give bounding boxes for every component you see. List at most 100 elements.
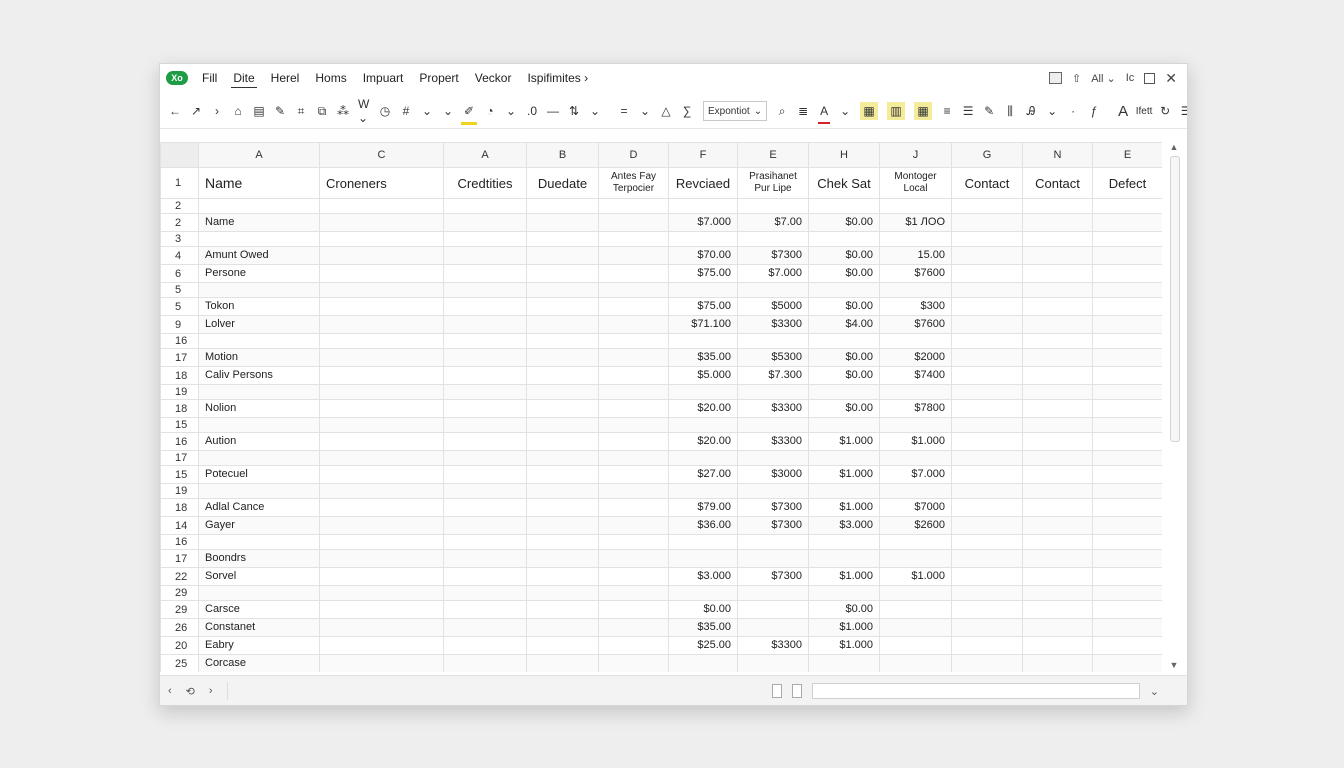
- chevron-down-icon[interactable]: ⌄: [589, 102, 601, 120]
- grid-cell[interactable]: $2600: [879, 516, 952, 535]
- grid-cell[interactable]: [951, 465, 1023, 484]
- grid-cell[interactable]: [1092, 585, 1162, 601]
- grid-cell[interactable]: Name: [198, 213, 320, 232]
- grid-cell[interactable]: [1092, 384, 1162, 400]
- grid-cell[interactable]: $3300: [737, 315, 809, 334]
- grid-cell[interactable]: $7400: [879, 366, 952, 385]
- grid-cell[interactable]: [598, 549, 669, 568]
- column-header[interactable]: B: [526, 142, 599, 168]
- grid-cell[interactable]: [1022, 483, 1093, 499]
- grid-cell[interactable]: Sorvel: [198, 567, 320, 586]
- grid-cell[interactable]: [443, 231, 527, 247]
- maximize-icon[interactable]: [1144, 72, 1156, 84]
- grid-cell[interactable]: Persone: [198, 264, 320, 283]
- grid-cell[interactable]: [526, 567, 599, 586]
- grid-cell[interactable]: [319, 264, 444, 283]
- grid-cell[interactable]: [598, 297, 669, 316]
- grid-cell[interactable]: [1022, 297, 1093, 316]
- row-header[interactable]: 25: [160, 654, 199, 672]
- grid-cell[interactable]: [1092, 417, 1162, 433]
- grid-cell[interactable]: [808, 450, 880, 466]
- highlighter-icon[interactable]: ✐: [461, 102, 477, 125]
- grid-cell[interactable]: [668, 654, 738, 672]
- grid-cell[interactable]: $25.00: [668, 636, 738, 655]
- scroll-up-icon[interactable]: ▲: [1167, 142, 1181, 154]
- grid-cell[interactable]: $1.000: [808, 636, 880, 655]
- grid-cell[interactable]: [1092, 450, 1162, 466]
- function-icon[interactable]: ƒ: [1088, 102, 1100, 120]
- grid-cell[interactable]: [1092, 465, 1162, 484]
- grid-cell[interactable]: [668, 198, 738, 214]
- grid-cell[interactable]: $300: [879, 297, 952, 316]
- grid-cell[interactable]: [598, 432, 669, 451]
- column-header[interactable]: C: [319, 142, 444, 168]
- refresh-icon[interactable]: ↻: [1159, 102, 1171, 120]
- align-center-icon[interactable]: ☰: [962, 102, 974, 120]
- column-title-cell[interactable]: Contact: [1022, 167, 1093, 199]
- dots-icon[interactable]: ·: [1067, 102, 1079, 120]
- columns-icon[interactable]: ⫼: [1004, 102, 1016, 120]
- grid-cell[interactable]: [879, 198, 952, 214]
- cut-icon[interactable]: ⌗: [295, 102, 307, 120]
- menu-homs[interactable]: Homs: [313, 69, 348, 87]
- row-header[interactable]: 18: [160, 366, 199, 385]
- grid-cell[interactable]: $20.00: [668, 399, 738, 418]
- grid-cell[interactable]: [879, 534, 952, 550]
- grid-cell[interactable]: [526, 231, 599, 247]
- grid-cell[interactable]: [951, 213, 1023, 232]
- scroll-down-icon[interactable]: ▼: [1167, 660, 1181, 672]
- grid-cell[interactable]: $5.000: [668, 366, 738, 385]
- grid-cell[interactable]: [598, 534, 669, 550]
- grid-cell[interactable]: [1022, 450, 1093, 466]
- grid-cell[interactable]: [1092, 600, 1162, 619]
- grid-cell[interactable]: [1092, 567, 1162, 586]
- grid-cell[interactable]: [319, 585, 444, 601]
- grid-cell[interactable]: $7300: [737, 498, 809, 517]
- grid-cell[interactable]: $1 ЛОО: [879, 213, 952, 232]
- grid-cell[interactable]: [1092, 366, 1162, 385]
- triangle-icon[interactable]: △: [660, 102, 672, 120]
- grid-cell[interactable]: [198, 585, 320, 601]
- grid-cell[interactable]: Potecuel: [198, 465, 320, 484]
- grid-cell[interactable]: [1092, 516, 1162, 535]
- grid-cell[interactable]: [1022, 213, 1093, 232]
- grid-cell[interactable]: [1022, 516, 1093, 535]
- grid-cell[interactable]: $3000: [737, 465, 809, 484]
- column-header[interactable]: N: [1022, 142, 1093, 168]
- row-header[interactable]: 29: [160, 600, 199, 619]
- select-all-corner[interactable]: [160, 142, 199, 168]
- row-header[interactable]: 22: [160, 567, 199, 586]
- grid-cell[interactable]: [879, 282, 952, 298]
- grid-cell[interactable]: [737, 231, 809, 247]
- grid-cell[interactable]: [319, 213, 444, 232]
- grid-cell[interactable]: $1.000: [808, 432, 880, 451]
- grid-cell[interactable]: Constanet: [198, 618, 320, 637]
- grid-cell[interactable]: [951, 534, 1023, 550]
- grid-cell[interactable]: [319, 282, 444, 298]
- style-select[interactable]: Expontiot ⌄: [703, 101, 768, 121]
- column-header[interactable]: J: [879, 142, 952, 168]
- grid-cell[interactable]: [737, 384, 809, 400]
- row-header[interactable]: 5: [160, 282, 199, 298]
- grid-cell[interactable]: [443, 297, 527, 316]
- grid-cell[interactable]: $1.000: [808, 618, 880, 637]
- grid-cell[interactable]: Aution: [198, 432, 320, 451]
- grid-cell[interactable]: [1092, 399, 1162, 418]
- grid-cell[interactable]: $5000: [737, 297, 809, 316]
- grid-cell[interactable]: [526, 333, 599, 349]
- grid-cell[interactable]: [319, 483, 444, 499]
- grid-cell[interactable]: [737, 600, 809, 619]
- row-header[interactable]: 14: [160, 516, 199, 535]
- align-icon[interactable]: ≣: [797, 102, 809, 120]
- grid-cell[interactable]: [1092, 315, 1162, 334]
- grid-cell[interactable]: [319, 636, 444, 655]
- grid-cell[interactable]: [1022, 366, 1093, 385]
- grid-cell[interactable]: $7.00: [737, 213, 809, 232]
- grid-cell[interactable]: [879, 450, 952, 466]
- grid-cell[interactable]: [598, 618, 669, 637]
- grid-cell[interactable]: [319, 549, 444, 568]
- grid-cell[interactable]: [443, 549, 527, 568]
- grid-cell[interactable]: [443, 315, 527, 334]
- grid-cell[interactable]: Corcase: [198, 654, 320, 672]
- grid-cell[interactable]: [951, 549, 1023, 568]
